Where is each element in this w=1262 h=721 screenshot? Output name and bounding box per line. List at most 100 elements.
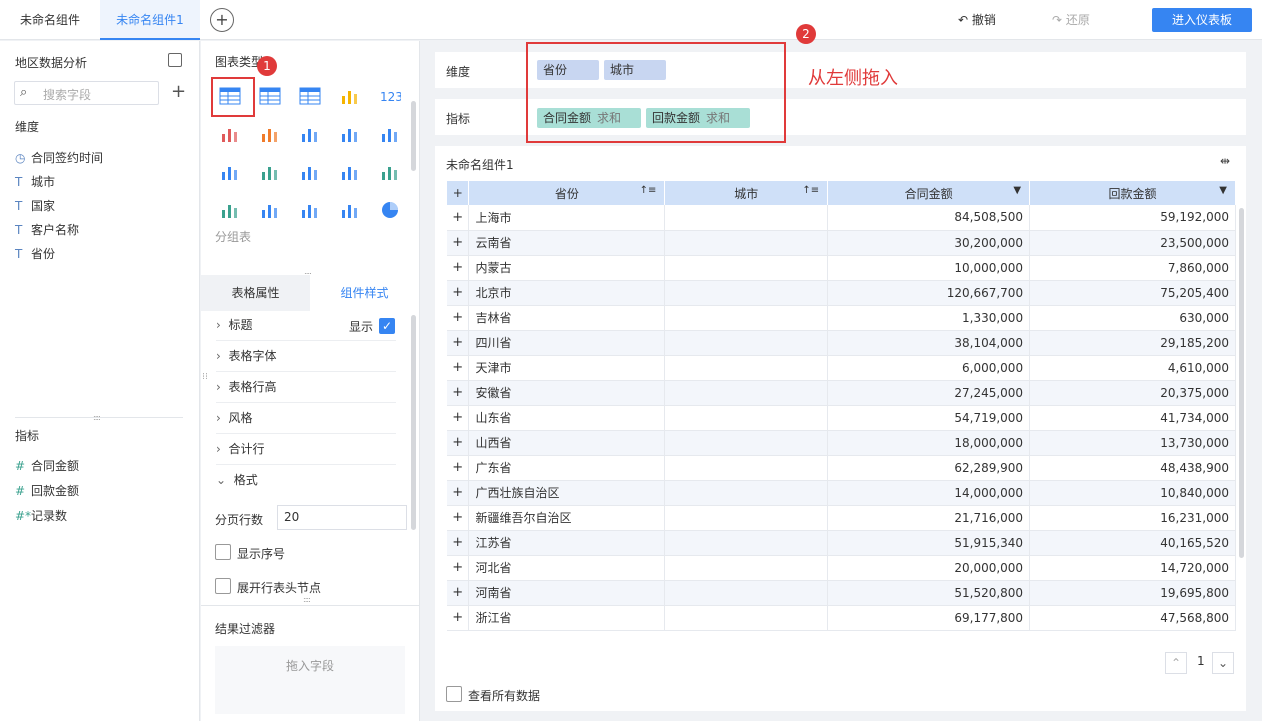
- add-tab-button[interactable]: +: [210, 8, 234, 32]
- prop-total-row[interactable]: › 合计行: [216, 434, 396, 465]
- expand-row-icon[interactable]: +: [447, 430, 470, 456]
- expand-row-icon[interactable]: +: [447, 605, 470, 631]
- expand-row-icon[interactable]: +: [447, 455, 470, 481]
- area-chart-icon[interactable]: [259, 200, 281, 220]
- col-contract[interactable]: 合同金额 ▼: [827, 181, 1031, 205]
- scrollbar[interactable]: [411, 101, 416, 171]
- table-row[interactable]: + 江苏省 51,915,340 40,165,520: [447, 530, 1236, 556]
- expand-row-icon[interactable]: +: [447, 530, 470, 556]
- expand-row-icon[interactable]: +: [447, 330, 470, 356]
- show-index-checkbox[interactable]: [215, 544, 231, 560]
- bubble-icon[interactable]: [339, 200, 361, 220]
- tab-table-properties[interactable]: 表格属性: [201, 275, 310, 311]
- sort-icon[interactable]: ↑≡: [802, 185, 819, 196]
- table-row[interactable]: + 山西省 18,000,000 13,730,000: [447, 430, 1236, 456]
- page-rows-input[interactable]: 20: [277, 505, 407, 530]
- group-bar-icon[interactable]: [379, 124, 401, 144]
- table-row[interactable]: + 安徽省 27,245,000 20,375,000: [447, 380, 1236, 406]
- scatter-icon[interactable]: [299, 200, 321, 220]
- table-row[interactable]: + 广东省 62,289,900 48,438,900: [447, 455, 1236, 481]
- redo-button[interactable]: ↷ 还原: [1052, 11, 1090, 28]
- expand-row-icon[interactable]: +: [447, 580, 470, 606]
- tab-component-style[interactable]: 组件样式: [310, 275, 419, 311]
- expand-row-icon[interactable]: +: [447, 280, 470, 306]
- switch-dataset-icon[interactable]: [168, 53, 182, 67]
- heatmap-icon[interactable]: [259, 124, 281, 144]
- dimension-field[interactable]: ◷ 合同签约时间: [15, 150, 103, 166]
- filter-drop-zone[interactable]: 拖入字段: [215, 646, 405, 714]
- table-row[interactable]: + 吉林省 1,330,000 630,000: [447, 305, 1236, 331]
- page-down-button[interactable]: ⌄: [1212, 652, 1234, 674]
- heat-table-icon[interactable]: [219, 124, 241, 144]
- expand-row-icon[interactable]: +: [447, 205, 470, 231]
- resize-handle[interactable]: ::::: [303, 595, 311, 604]
- stacked-bar-icon[interactable]: [339, 124, 361, 144]
- view-all-checkbox[interactable]: [446, 686, 462, 702]
- table-row[interactable]: + 山东省 54,719,000 41,734,000: [447, 405, 1236, 431]
- number-icon[interactable]: 123: [379, 86, 403, 106]
- table-row[interactable]: + 四川省 38,104,000 29,185,200: [447, 330, 1236, 356]
- radar-icon[interactable]: [219, 200, 241, 220]
- search-input[interactable]: ⌕ 搜索字段: [14, 81, 159, 105]
- fit-width-icon[interactable]: ⇹: [1220, 154, 1230, 168]
- expand-row-icon[interactable]: +: [447, 230, 470, 256]
- expand-row-icon[interactable]: +: [447, 305, 470, 331]
- expand-row-icon[interactable]: +: [447, 480, 470, 506]
- column-table-icon[interactable]: [299, 124, 321, 144]
- prop-format[interactable]: ⌄ 格式: [216, 465, 396, 496]
- dimension-field[interactable]: T 省份: [15, 246, 55, 262]
- prop-row-height[interactable]: › 表格行高: [216, 372, 396, 403]
- page-up-button[interactable]: ⌃: [1165, 652, 1187, 674]
- prop-style[interactable]: › 风格: [216, 403, 396, 434]
- table-row[interactable]: + 北京市 120,667,700 75,205,400: [447, 280, 1236, 306]
- indicator-field[interactable]: # 回款金额: [15, 483, 79, 499]
- dropdown-icon[interactable]: ▼: [1013, 185, 1021, 196]
- cross-table-icon[interactable]: [299, 86, 321, 106]
- enter-dashboard-button[interactable]: 进入仪表板: [1152, 8, 1252, 32]
- scrollbar[interactable]: [411, 315, 416, 530]
- expand-row-icon[interactable]: +: [447, 380, 470, 406]
- expand-row-icon[interactable]: +: [447, 555, 470, 581]
- dimension-field[interactable]: T 城市: [15, 174, 55, 190]
- table-scrollbar[interactable]: [1239, 208, 1244, 558]
- add-field-icon[interactable]: +: [171, 81, 186, 102]
- table-row[interactable]: + 天津市 6,000,000 4,610,000: [447, 355, 1236, 381]
- prop-table-font[interactable]: › 表格字体: [216, 341, 396, 372]
- horizontal-bar-icon[interactable]: [259, 162, 281, 182]
- tab-component-1[interactable]: 未命名组件1: [100, 0, 200, 40]
- table-row[interactable]: + 广西壮族自治区 14,000,000 10,840,000: [447, 480, 1236, 506]
- pie-chart-icon[interactable]: [379, 200, 401, 220]
- table-row[interactable]: + 内蒙古 10,000,000 7,860,000: [447, 255, 1236, 281]
- table-row[interactable]: + 上海市 84,508,500 59,192,000: [447, 205, 1236, 231]
- table-row[interactable]: + 河南省 51,520,800 19,695,800: [447, 580, 1236, 606]
- treemap-icon[interactable]: [339, 86, 361, 106]
- col-province[interactable]: 省份 ↑≡: [468, 181, 666, 205]
- indicator-field[interactable]: # 合同金额: [15, 458, 79, 474]
- radar-line-icon[interactable]: [379, 162, 401, 182]
- tab-component[interactable]: 未命名组件: [0, 0, 100, 40]
- indicator-field[interactable]: #*记录数: [15, 508, 67, 524]
- expand-row-icon[interactable]: +: [447, 355, 470, 381]
- dimension-field[interactable]: T 国家: [15, 198, 55, 214]
- line-chart-icon[interactable]: [339, 162, 361, 182]
- sort-icon[interactable]: ↑≡: [640, 185, 657, 196]
- show-title-checkbox[interactable]: ✓: [379, 318, 395, 334]
- bar-chart-icon[interactable]: [219, 162, 241, 182]
- table-row[interactable]: + 新疆维吾尔自治区 21,716,000 16,231,000: [447, 505, 1236, 531]
- expand-row-icon[interactable]: +: [447, 255, 470, 281]
- resize-handle[interactable]: ::::: [201, 372, 210, 379]
- table-row[interactable]: + 云南省 30,200,000 23,500,000: [447, 230, 1236, 256]
- table-row[interactable]: + 河北省 20,000,000 14,720,000: [447, 555, 1236, 581]
- undo-button[interactable]: ↶ 撤销: [958, 11, 996, 28]
- expand-row-icon[interactable]: +: [447, 405, 470, 431]
- scatter-step-icon[interactable]: [299, 162, 321, 182]
- expand-row-icon[interactable]: +: [447, 505, 470, 531]
- col-city[interactable]: 城市 ↑≡: [664, 181, 829, 205]
- dimension-field[interactable]: T 客户名称: [15, 222, 79, 238]
- dropdown-icon[interactable]: ▼: [1219, 185, 1227, 196]
- expand-all-header[interactable]: +: [447, 181, 470, 205]
- table-row[interactable]: + 浙江省 69,177,800 47,568,800: [447, 605, 1236, 631]
- col-payment[interactable]: 回款金额 ▼: [1029, 181, 1236, 205]
- row-table-icon[interactable]: [259, 86, 281, 106]
- expand-header-checkbox[interactable]: [215, 578, 231, 594]
